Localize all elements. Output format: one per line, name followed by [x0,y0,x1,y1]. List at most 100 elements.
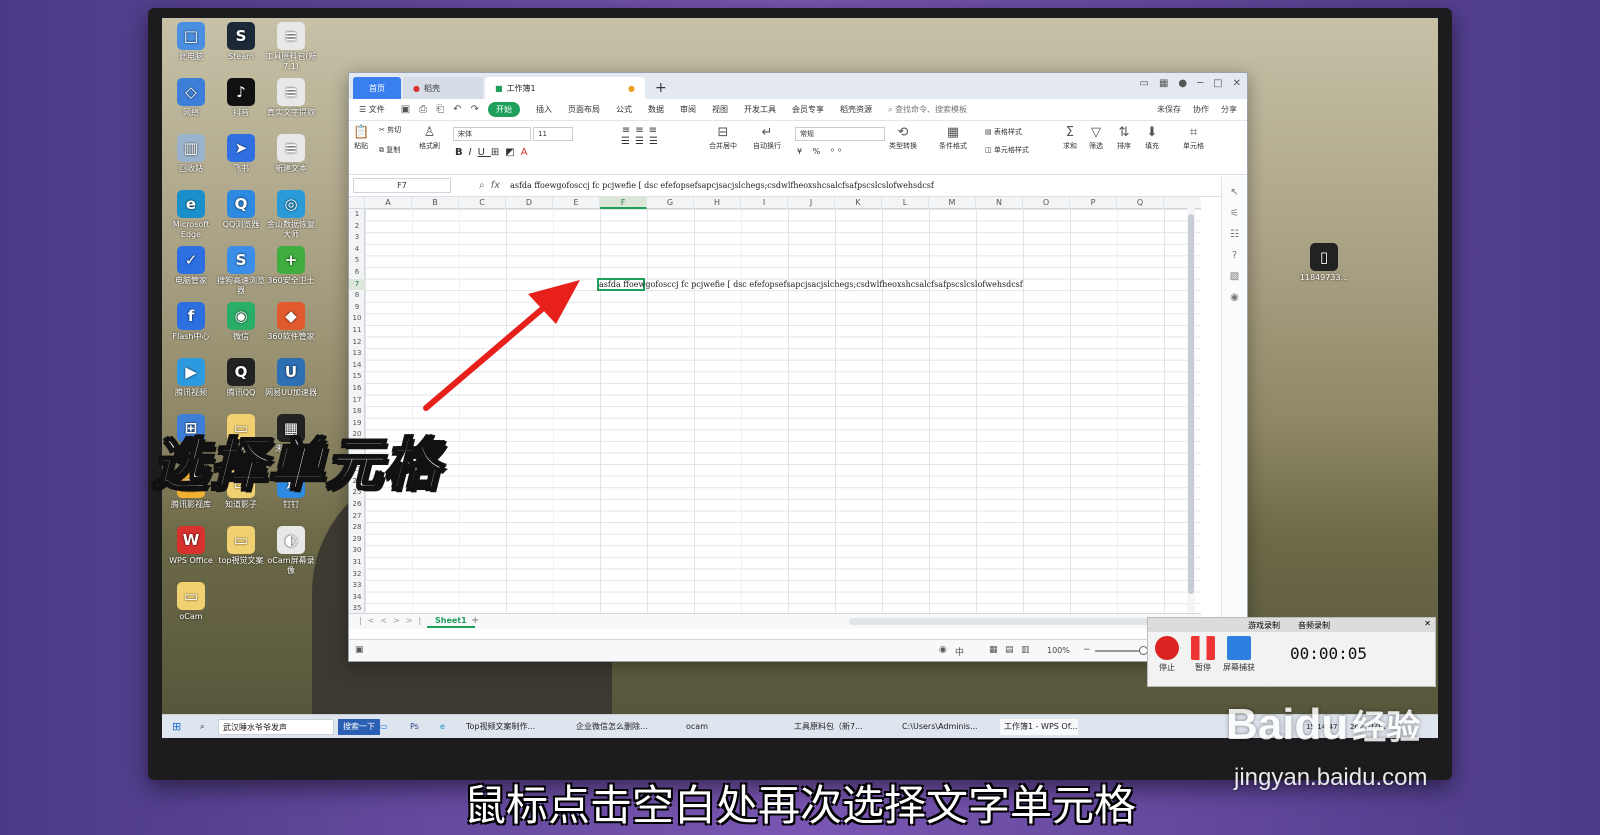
stop-button[interactable]: 停止 [1150,636,1184,673]
page-layout-view-icon[interactable]: ▤ [1005,645,1014,655]
row-header[interactable]: 2 [349,221,365,233]
desktop-icon[interactable]: ▥ 回收站 [164,134,218,174]
cell-style-button[interactable]: ◫ 单元格样式 [985,145,1029,155]
row-header[interactable]: 11 [349,325,365,337]
row-header[interactable]: 3 [349,232,365,244]
cells-button[interactable]: ⌗ 单元格 [1183,125,1204,151]
scroll-thumb[interactable] [1188,214,1194,594]
share-button[interactable]: 分享 [1221,104,1237,115]
desktop-icon[interactable]: ≡ 真实文字提取 [264,78,318,118]
conditional-format-button[interactable]: ▦ 条件格式 [939,125,967,151]
taskbar-item-5[interactable]: C:\Users\Adminis... [898,719,978,735]
desktop-icon[interactable]: ◉ 微信 [214,302,268,342]
edge-icon[interactable]: e [436,719,445,735]
align-buttons[interactable]: ≡≡≡ ☰☰☰ [621,125,663,147]
command-search[interactable]: ⌕ 查找命令、搜索模板 [888,104,967,115]
column-header[interactable]: H [694,197,741,209]
menu-view[interactable]: 视图 [712,104,728,115]
horizontal-scrollbar[interactable] [849,618,1169,625]
row-header[interactable]: 17 [349,395,365,407]
desktop-icon[interactable]: ◎ 金山数据恢复大师 [264,190,318,240]
tab-home[interactable]: 首页 [353,77,401,99]
row-header[interactable]: 33 [349,580,365,592]
menu-member[interactable]: 会员专享 [792,104,824,115]
desktop-icon[interactable]: Q 腾讯QQ [214,358,268,398]
desktop-icon[interactable]: f Flash中心 [164,302,218,342]
row-header[interactable]: 14 [349,360,365,372]
desktop-icon[interactable]: ≡ 新建文本 [264,134,318,174]
desktop-icon[interactable]: e Microsoft Edge [164,190,218,240]
desktop-icon[interactable]: Q QQ浏览器 [214,190,268,230]
row-header[interactable]: 4 [349,244,365,256]
menu-review[interactable]: 审阅 [680,104,696,115]
row-header[interactable]: 16 [349,383,365,395]
taskbar-item-4[interactable]: 工具原料包（新7... [790,719,863,735]
sheet-nav-arrows[interactable]: |<<>>| [359,616,427,625]
desktop-icon[interactable]: ➤ 飞书 [214,134,268,174]
photoshop-icon[interactable]: Ps [406,719,419,735]
eye-protect-icon[interactable]: ◉ [939,645,947,655]
filter-button[interactable]: ▽ 筛选 [1089,125,1103,151]
layout-icon[interactable]: ▭ [1139,78,1148,89]
maximize-button[interactable]: □ [1213,78,1222,89]
zoom-level[interactable]: 100% [1047,646,1070,655]
tab-docer[interactable]: ● 稻壳 [403,77,483,99]
page-break-view-icon[interactable]: ▥ [1021,645,1030,655]
unsaved-button[interactable]: 未保存 [1157,104,1181,115]
row-header[interactable]: 15 [349,371,365,383]
fx-icon[interactable]: fx [491,180,500,191]
row-header[interactable]: 9 [349,302,365,314]
column-header[interactable]: A [365,197,412,209]
taskbar-item-3[interactable]: ocam [682,719,708,735]
column-header[interactable]: P [1070,197,1117,209]
row-header[interactable]: 27 [349,511,365,523]
menu-formulas[interactable]: 公式 [616,104,632,115]
screen-capture-button[interactable]: 屏幕捕获 [1222,636,1256,673]
select-all-corner[interactable] [349,197,365,209]
print-icon[interactable]: ⎗ [436,104,444,115]
desktop-icon[interactable]: ▭ top視觉文案 [214,526,268,566]
row-header[interactable]: 10 [349,313,365,325]
row-header[interactable]: 13 [349,348,365,360]
menu-file[interactable]: ☰ 文件 [359,104,385,115]
zoom-out-icon[interactable]: − [1083,645,1091,655]
row-header[interactable]: 6 [349,267,365,279]
desktop-icon[interactable]: ◐ oCam屏幕录像 [264,526,318,576]
row-header[interactable]: 32 [349,569,365,581]
row-header[interactable]: 8 [349,290,365,302]
wrap-text-button[interactable]: ↵ 自动换行 [753,125,781,151]
audio-record-tab[interactable]: 音频录制 [1298,620,1330,631]
row-header[interactable]: 7 [349,278,365,291]
vertical-scrollbar[interactable] [1187,208,1195,618]
help-icon[interactable]: ? [1222,250,1247,261]
search-button[interactable]: 搜索一下 [338,719,380,735]
zoom-formula-icon[interactable]: ⌕ [479,180,485,191]
tab-workbook[interactable]: ■ 工作簿1 ● [485,77,645,99]
menu-developer[interactable]: 开发工具 [744,104,776,115]
desktop-icon[interactable]: ◇ 网络 [164,78,218,118]
desktop-icon[interactable]: ✓ 电脑管家 [164,246,218,286]
desktop-icon[interactable]: ▶ 腾讯视频 [164,358,218,398]
cut-button[interactable]: ✂ 剪切 [379,125,401,135]
row-header[interactable]: 30 [349,545,365,557]
row-header[interactable]: 31 [349,557,365,569]
image-icon[interactable]: ▨ [1222,271,1247,282]
menu-data[interactable]: 数据 [648,104,664,115]
desktop-icon[interactable]: S Steam [214,22,268,62]
desktop-icon[interactable]: ◆ 360软件管家 [264,302,318,342]
windows-start-icon[interactable]: ⊞ [168,719,181,735]
fill-button[interactable]: ⬇ 填充 [1145,125,1159,151]
redo-icon[interactable]: ↷ [471,104,479,115]
paste-button[interactable]: 📋 粘贴 [353,125,369,151]
desktop-icon-file[interactable]: ▯ 11849733... [1297,243,1351,283]
menu-docer-resources[interactable]: 稻壳资源 [840,104,872,115]
desktop-icon[interactable]: U 网易UU加速器 [264,358,318,398]
column-header[interactable]: C [459,197,506,209]
row-header[interactable]: 18 [349,406,365,418]
desktop-icon[interactable]: ≡ 工具原料包(新7.1) [264,22,318,72]
sum-button[interactable]: Σ 求和 [1063,125,1077,151]
column-header[interactable]: N [976,197,1023,209]
font-style-buttons[interactable]: BIU⊞◩A [455,147,534,158]
convert-button[interactable]: ⟲ 类型转换 [889,125,917,151]
font-size-select[interactable]: 11 [533,127,573,141]
